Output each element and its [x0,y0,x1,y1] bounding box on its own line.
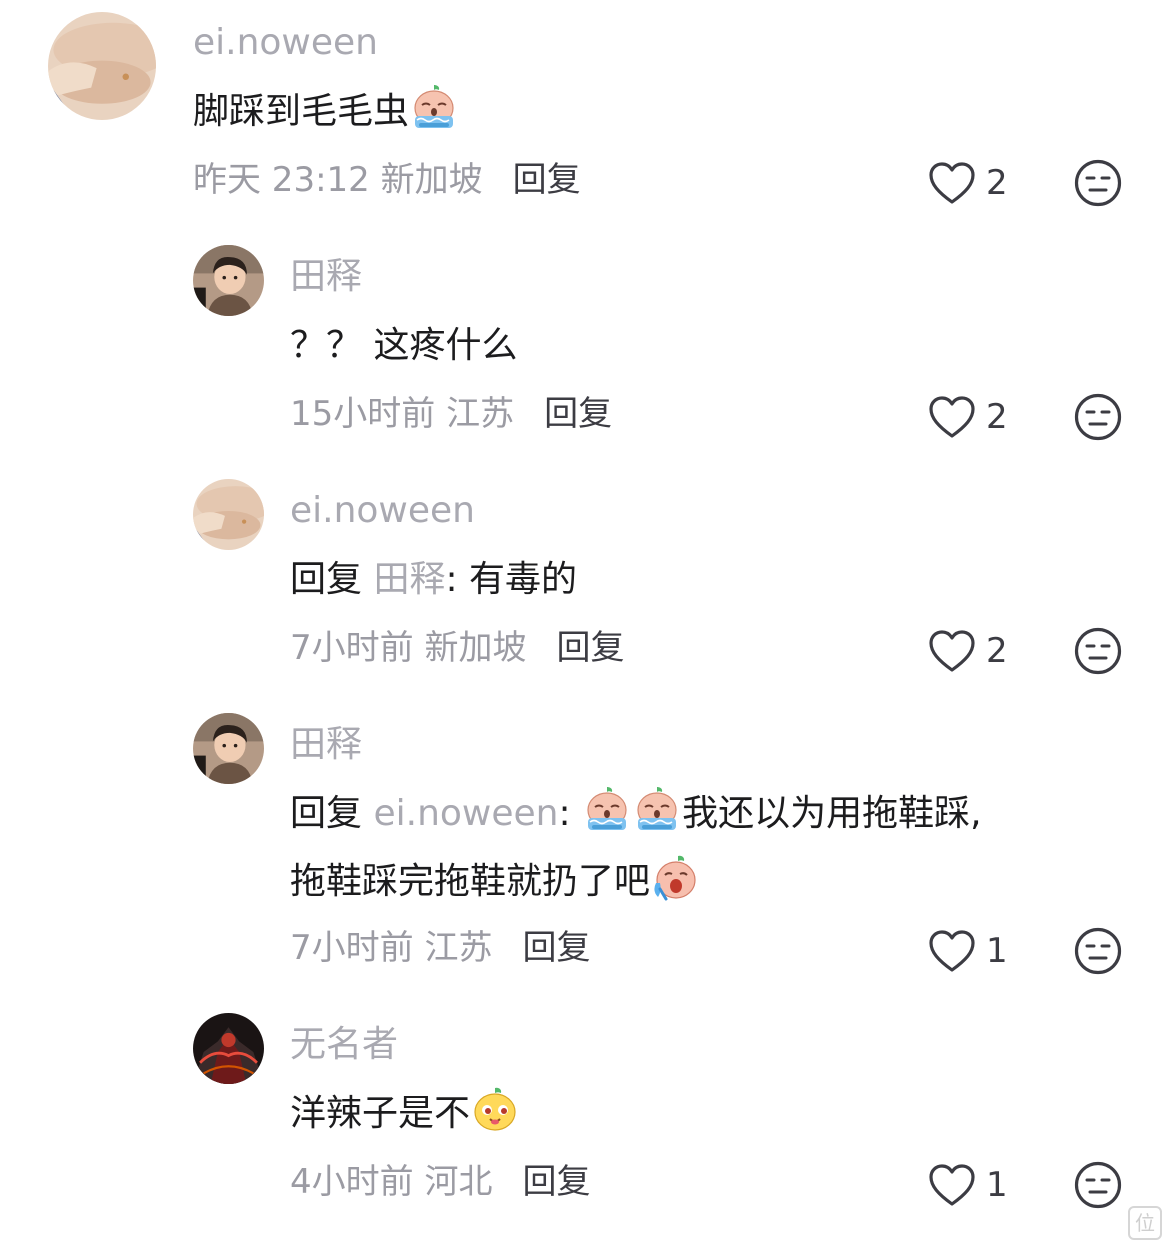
dislike-button[interactable] [1073,158,1123,208]
mention-link[interactable]: ei.noween [373,793,558,834]
mention-link[interactable]: 田释 [373,559,445,600]
location: 河北 [424,1162,493,1202]
avatar[interactable] [193,713,264,784]
smirking-emoji [470,1085,520,1135]
timestamp: 7小时前 [290,928,414,968]
location: 新加坡 [380,160,483,200]
username[interactable]: ei.noween [193,21,378,65]
colon: : [558,793,571,834]
like-button[interactable]: 2 [928,626,1028,676]
username[interactable]: 田释 [290,723,362,767]
comment-body: 脚踩到毛毛虫 [193,91,410,132]
comment-body-line2: 拖鞋踩完拖鞋就扔了吧 [290,861,651,902]
comment-text: 回复 田释: 有毒的 [290,546,577,614]
like-count: 2 [986,631,1008,671]
comment-item: ei.noween 脚踩到毛毛虫 昨天 23:12 新加坡 回复 2 [0,0,1170,230]
reply-prefix: 回复 [290,559,363,600]
location: 新加坡 [424,628,527,668]
meh-face-icon [1073,626,1123,676]
location: 江苏 [424,928,493,968]
reply-button[interactable]: 回复 [522,1162,590,1202]
reply-button[interactable]: 回复 [513,160,581,200]
like-button[interactable]: 1 [928,926,1028,976]
comment-body: : 有毒的 [445,559,578,600]
comment-meta: 7小时前 新加坡 回复 [290,626,624,670]
crying-emoji [582,785,632,835]
timestamp: 昨天 23:12 [193,160,370,200]
avatar[interactable] [193,245,264,316]
avatar[interactable] [193,479,264,550]
meh-face-icon [1073,1160,1123,1210]
dislike-button[interactable] [1073,1160,1123,1210]
username[interactable]: 无名者 [290,1023,398,1067]
heart-outline-icon [928,929,976,973]
meh-face-icon [1073,158,1123,208]
comment-text: 脚踩到毛毛虫 [193,78,459,146]
crying-emoji [632,785,682,835]
like-count: 1 [986,1165,1008,1205]
like-button[interactable]: 2 [928,392,1028,442]
heart-outline-icon [928,629,976,673]
reply-prefix: 回复 [290,793,363,834]
comment-text: 回复 ei.noween: 我还以为用拖鞋踩, [290,780,982,848]
timestamp: 4小时前 [290,1162,414,1202]
comment-meta: 昨天 23:12 新加坡 回复 [193,158,581,202]
crying-emoji [409,83,459,133]
timestamp: 15小时前 [290,394,436,434]
location: 江苏 [446,394,515,434]
watermark: 位 [1128,1206,1162,1240]
username[interactable]: 田释 [290,255,362,299]
comment-body: 洋辣子是不 [290,1093,471,1134]
dislike-button[interactable] [1073,626,1123,676]
avatar[interactable] [48,12,156,120]
comment-body-line1: 我还以为用拖鞋踩, [682,793,982,834]
comment-meta: 7小时前 江苏 回复 [290,926,590,970]
comment-meta: 4小时前 河北 回复 [290,1160,590,1204]
meh-face-icon [1073,926,1123,976]
reply-button[interactable]: 回复 [556,628,624,668]
heart-outline-icon [928,395,976,439]
meh-face-icon [1073,392,1123,442]
username[interactable]: ei.noween [290,489,475,533]
heart-outline-icon [928,161,976,205]
reply-button[interactable]: 回复 [544,394,612,434]
sobbing-emoji [650,853,700,903]
avatar[interactable] [193,1013,264,1084]
like-count: 2 [986,163,1008,203]
dislike-button[interactable] [1073,926,1123,976]
like-button[interactable]: 2 [928,158,1028,208]
comment-body: ？？ 这疼什么 [290,325,518,366]
comment-text: ？？ 这疼什么 [290,312,517,380]
comment-meta: 15小时前 江苏 回复 [290,392,612,436]
dislike-button[interactable] [1073,392,1123,442]
heart-outline-icon [928,1163,976,1207]
comment-text-line2: 拖鞋踩完拖鞋就扔了吧 [290,848,700,916]
comment-text: 洋辣子是不 [290,1080,520,1148]
like-count: 1 [986,931,1008,971]
reply-button[interactable]: 回复 [522,928,590,968]
like-count: 2 [986,397,1008,437]
timestamp: 7小时前 [290,628,414,668]
like-button[interactable]: 1 [928,1160,1028,1210]
